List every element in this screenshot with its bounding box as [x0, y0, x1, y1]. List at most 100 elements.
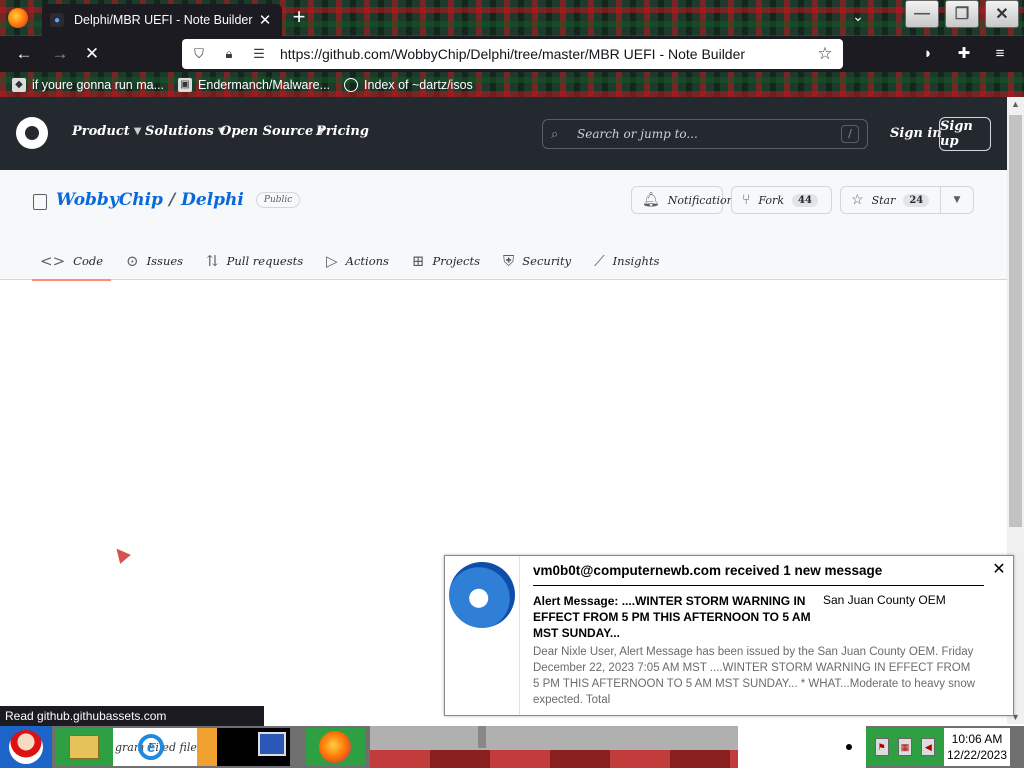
- navigation-toolbar: ← → ✕ ⛉ 🔒︎ ☰ https://github.com/WobbyChi…: [0, 36, 1024, 72]
- search-placeholder: Search or jump to...: [577, 127, 698, 141]
- repo-separator: /: [168, 190, 176, 210]
- bookmark-item[interactable]: ◆ if youre gonna run ma...: [12, 77, 165, 92]
- scroll-up-arrow-icon[interactable]: ▲: [1007, 97, 1024, 111]
- permissions-icon[interactable]: ☰: [250, 45, 268, 63]
- repo-tab-nav: <> Code ⊙ Issues ⇅ Pull requests ▷ Actions ⊞…: [32, 242, 674, 281]
- tab-projects[interactable]: ⊞ Projects: [404, 242, 488, 280]
- tab-close-icon[interactable]: ✕: [256, 11, 274, 29]
- notifications-button[interactable]: 🔔︎ Notifications: [631, 186, 739, 214]
- bookmark-star-icon[interactable]: ☆: [815, 44, 835, 64]
- search-input[interactable]: ⌕ Search or jump to... /: [542, 119, 868, 149]
- shield-icon: ⛨: [503, 252, 515, 270]
- clock-time: 10:06 AM: [951, 732, 1003, 746]
- browser-tab-active[interactable]: ● Delphi/MBR UEFI - Note Builder at ✕: [42, 4, 282, 36]
- extensions-puzzle-icon[interactable]: ✚: [954, 44, 974, 64]
- internet-explorer-icon[interactable]: e: [138, 734, 164, 760]
- fork-button[interactable]: ⑂ Fork 44: [731, 186, 832, 214]
- repo-name-link[interactable]: Delphi: [181, 190, 244, 210]
- repo-owner-link[interactable]: WobbyChip: [56, 190, 163, 210]
- bookmark-label: if youre gonna run ma...: [32, 77, 165, 92]
- bookmark-item[interactable]: . Index of ~dartz/isos: [344, 77, 473, 92]
- close-icon[interactable]: ✕: [991, 562, 1007, 578]
- tray-volume-icon[interactable]: ◀: [921, 738, 936, 756]
- folder-icon: [69, 735, 99, 759]
- list-all-tabs-chevron-icon[interactable]: ⌄: [848, 6, 868, 26]
- fork-count: 44: [791, 193, 818, 207]
- pocket-icon[interactable]: ◗: [918, 44, 938, 64]
- indicator-dot: [846, 744, 852, 750]
- fork-icon: ⑂: [742, 192, 751, 208]
- system-clock[interactable]: 10:06 AM 12/22/2023: [944, 728, 1010, 766]
- hamburger-menu-icon[interactable]: ≡: [990, 44, 1010, 64]
- forward-arrow-icon[interactable]: →: [46, 41, 74, 67]
- stop-loading-icon[interactable]: ✕: [78, 41, 106, 67]
- github-favicon-icon: ●: [50, 13, 64, 27]
- firefox-icon: [319, 731, 351, 763]
- address-bar[interactable]: ⛉ 🔒︎ ☰ https://github.com/WobbyChip/Delp…: [182, 39, 843, 69]
- decorative-band: [370, 750, 738, 768]
- star-button[interactable]: ☆ Star 24: [840, 186, 941, 214]
- notifications-label: Notifications: [667, 193, 740, 207]
- back-arrow-icon[interactable]: ←: [10, 41, 38, 67]
- tab-issues[interactable]: ⊙ Issues: [118, 242, 191, 280]
- tab-actions[interactable]: ▷ Actions: [318, 242, 397, 280]
- repo-title: WobbyChip / Delphi Public: [56, 190, 301, 210]
- browser-chrome: ● Delphi/MBR UEFI - Note Builder at ✕ + …: [0, 0, 1024, 97]
- tab-title: Delphi/MBR UEFI - Note Builder at: [74, 13, 256, 27]
- sign-up-button[interactable]: Sign up: [939, 117, 991, 151]
- tab-security[interactable]: ⛨ Security: [495, 242, 579, 280]
- nav-open-source[interactable]: Open Source ▼: [220, 124, 325, 139]
- clock-date: 12/22/2023: [946, 748, 1008, 762]
- nav-solutions[interactable]: Solutions ▼: [145, 124, 226, 139]
- taskbar: gram Fi ed files e ⚑ ▦ ◀ 10:06 AM 12/22/…: [0, 726, 1024, 768]
- taskbar-firefox[interactable]: [305, 728, 365, 766]
- tab-code[interactable]: <> Code: [32, 242, 112, 281]
- notification-header: vm0b0t@computernewb.com received 1 new m…: [533, 563, 883, 578]
- media-player-icon[interactable]: [197, 728, 217, 766]
- lock-icon[interactable]: 🔒︎: [220, 45, 238, 63]
- tab-insights[interactable]: ⟋ Insights: [586, 242, 667, 280]
- repo-icon: [33, 194, 47, 210]
- restore-button[interactable]: ❐: [945, 0, 979, 28]
- bookmark-favicon-icon: ◆: [12, 77, 26, 92]
- mail-notification-popup[interactable]: vm0b0t@computernewb.com received 1 new m…: [444, 555, 1014, 716]
- close-window-button[interactable]: ✕: [985, 0, 1019, 28]
- github-header: Product ▼ Solutions ▼ Open Source ▼ Pricing…: [0, 97, 1007, 170]
- nav-pricing[interactable]: Pricing: [316, 124, 369, 139]
- minimize-button[interactable]: —: [905, 0, 939, 28]
- star-label: Star: [871, 193, 896, 207]
- visibility-badge: Public: [255, 192, 301, 208]
- bookmark-item[interactable]: ▣ Endermanch/Malware...: [178, 77, 331, 92]
- github-logo-icon[interactable]: [16, 117, 48, 149]
- star-count: 24: [903, 193, 930, 207]
- taskbar-file-explorer[interactable]: [55, 728, 113, 766]
- network-computer-icon[interactable]: [258, 732, 286, 756]
- tab-pull-requests[interactable]: ⇅ Pull requests: [198, 242, 311, 280]
- issue-opened-icon: ⊙: [126, 252, 139, 270]
- url-text[interactable]: https://github.com/WobbyChip/Delphi/tree…: [280, 46, 815, 62]
- search-shortcut-key: /: [841, 125, 859, 143]
- sign-in-link[interactable]: Sign in: [890, 126, 942, 141]
- tracking-protection-shield-icon[interactable]: ⛉: [190, 45, 208, 63]
- star-icon: ☆: [851, 192, 864, 208]
- firefox-menu-icon[interactable]: [8, 8, 28, 28]
- bookmark-favicon-icon: ▣: [178, 77, 193, 92]
- star-list-dropdown-button[interactable]: ▼: [940, 186, 974, 214]
- taskbar-handle[interactable]: [478, 726, 486, 748]
- santa-start-icon: [9, 730, 43, 764]
- start-button[interactable]: [0, 726, 52, 768]
- notification-subject[interactable]: Alert Message: ....WINTER STORM WARNING …: [533, 593, 813, 641]
- table-icon: ⊞: [411, 252, 425, 270]
- bookmark-label: Index of ~dartz/isos: [364, 77, 473, 92]
- nav-product[interactable]: Product ▼: [72, 124, 141, 139]
- scrollbar-thumb[interactable]: [1009, 115, 1022, 527]
- taskbar-middle-area: [370, 726, 738, 768]
- bookmarks-toolbar: ◆ if youre gonna run ma... ▣ Endermanch/…: [0, 72, 1024, 97]
- triangle-down-icon: ▼: [953, 195, 961, 205]
- new-tab-button[interactable]: +: [288, 6, 310, 28]
- show-desktop-button[interactable]: [1010, 726, 1024, 768]
- tray-flag-icon[interactable]: ⚑: [874, 738, 889, 756]
- tray-network-icon[interactable]: ▦: [897, 738, 912, 756]
- bell-icon: 🔔︎: [642, 192, 660, 208]
- bookmark-label: Endermanch/Malware...: [198, 77, 331, 92]
